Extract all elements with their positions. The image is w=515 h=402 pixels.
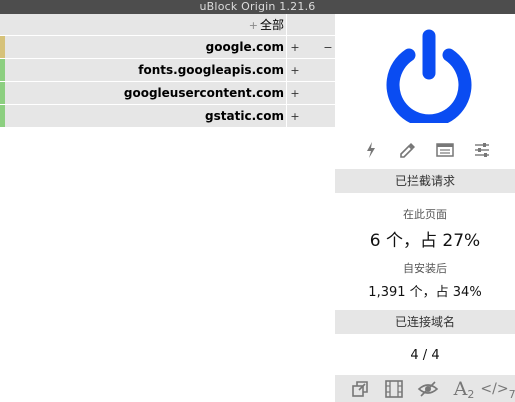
font-count-badge: 2 (467, 388, 475, 401)
host-status-bar (0, 105, 5, 127)
cosmetic-filter-icon[interactable] (416, 377, 440, 400)
host-plus-button[interactable]: + (290, 36, 300, 59)
media-block-icon[interactable] (382, 377, 406, 400)
host-row-gstatic[interactable]: gstatic.com + (0, 105, 335, 128)
host-plus-button[interactable]: + (290, 59, 300, 82)
host-name: gstatic.com (205, 109, 284, 123)
column-divider (286, 59, 287, 81)
host-status-bar (0, 82, 5, 104)
script-count-badge: 7 (508, 388, 515, 401)
settings-icon[interactable] (470, 138, 494, 162)
toolbar (335, 138, 515, 162)
window-title: uBlock Origin 1.21.6 (0, 0, 515, 14)
column-divider (286, 36, 287, 58)
logger-icon[interactable] (433, 138, 457, 162)
lightning-icon[interactable] (359, 138, 383, 162)
connected-domains-value: 4 / 4 (410, 348, 440, 363)
all-hosts-label: 全部 (259, 18, 284, 32)
hostname-list: + 全部 google.com + − fonts.googleapis.com … (0, 14, 335, 128)
host-row-fonts-googleapis[interactable]: fonts.googleapis.com + (0, 59, 335, 82)
host-name: googleusercontent.com (123, 86, 284, 100)
power-switch-button[interactable] (383, 27, 475, 128)
connected-domains-header: 已连接域名 (335, 310, 515, 334)
host-row-google[interactable]: google.com + − (0, 36, 335, 59)
host-row-googleusercontent[interactable]: googleusercontent.com + (0, 82, 335, 105)
blocked-requests-header: 已拦截请求 (335, 169, 515, 193)
host-status-bar (0, 59, 5, 81)
on-page-value: 6 个，占 27% (369, 231, 481, 251)
per-site-switches: A2 </> 7 (335, 375, 515, 402)
font-block-icon[interactable]: A2 (449, 377, 479, 402)
column-divider (286, 105, 287, 127)
since-install-value: 1,391 个，占 34% (368, 285, 482, 300)
popup-block-icon[interactable] (349, 377, 373, 400)
column-divider (286, 14, 287, 35)
script-block-icon[interactable]: </> 7 (480, 377, 515, 402)
popup-panel: 已拦截请求 在此页面 6 个，占 27% 自安装后 1,391 个，占 34% … (335, 14, 515, 402)
column-divider (286, 82, 287, 104)
host-name: fonts.googleapis.com (138, 63, 284, 77)
host-plus-button[interactable]: + (290, 105, 300, 128)
eyedropper-icon[interactable] (396, 138, 420, 162)
host-status-bar (0, 36, 5, 58)
host-plus-button[interactable]: + (290, 82, 300, 105)
power-icon (386, 29, 472, 128)
host-minus-button[interactable]: − (323, 36, 333, 59)
host-name: google.com (205, 40, 284, 54)
on-page-label: 在此页面 (403, 208, 447, 221)
all-hosts-row[interactable]: + 全部 (0, 14, 335, 36)
since-install-label: 自安装后 (403, 262, 447, 275)
all-hosts-plus[interactable]: + (249, 19, 258, 32)
